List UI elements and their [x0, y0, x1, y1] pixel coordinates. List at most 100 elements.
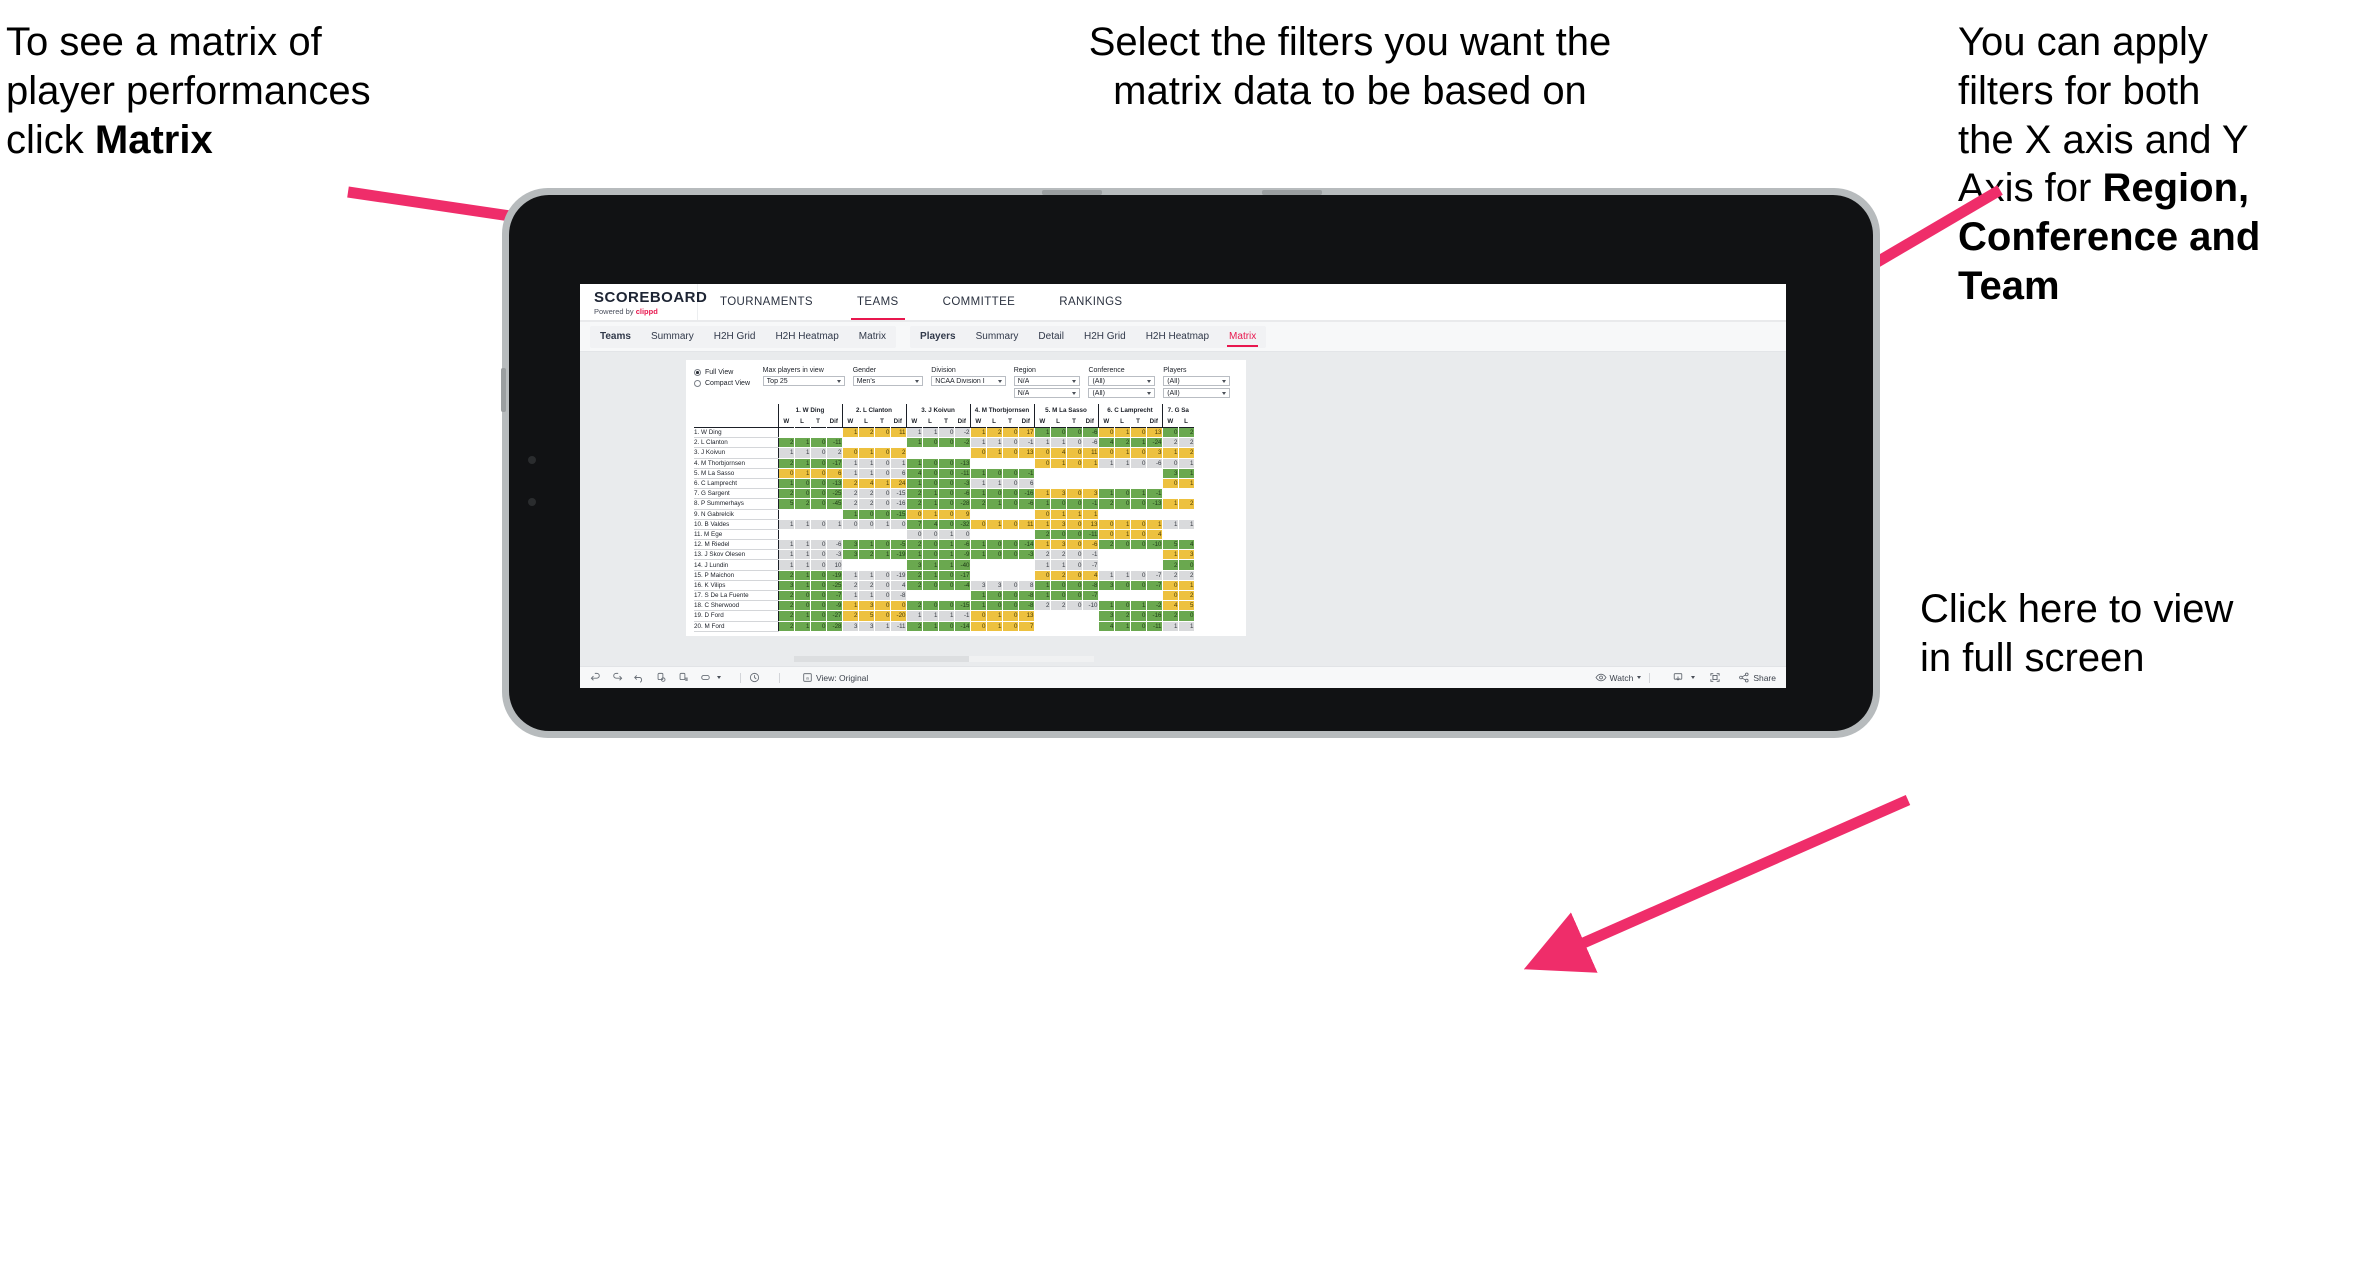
matrix-cell[interactable]: 0	[1050, 529, 1067, 541]
matrix-cell[interactable]	[1114, 559, 1131, 571]
matrix-cell[interactable]: 2	[777, 600, 795, 612]
matrix-cell[interactable]: 9	[954, 509, 971, 520]
matrix-cell[interactable]: 3	[777, 580, 795, 592]
matrix-cell[interactable]: -25	[826, 488, 843, 500]
matrix-cell[interactable]: 1	[1161, 498, 1179, 510]
matrix-cell[interactable]	[1002, 458, 1019, 469]
matrix-cell[interactable]	[1050, 610, 1067, 622]
matrix-cell[interactable]: -17	[954, 570, 971, 581]
matrix-cell[interactable]: 1	[922, 509, 939, 520]
matrix-cell[interactable]	[986, 529, 1003, 541]
matrix-cell[interactable]	[1114, 478, 1131, 490]
matrix-cell[interactable]: 1	[905, 458, 923, 469]
matrix-cell[interactable]: -6	[1082, 437, 1099, 449]
matrix-cell[interactable]	[1178, 509, 1195, 520]
matrix-cell[interactable]: -27	[826, 610, 843, 622]
matrix-cell[interactable]: 1	[922, 488, 939, 500]
matrix-cell[interactable]: -1	[1018, 437, 1035, 449]
matrix-cell[interactable]: 0	[1002, 478, 1019, 490]
matrix-cell[interactable]: -7	[826, 590, 843, 602]
matrix-cell[interactable]: 2	[1178, 498, 1195, 510]
matrix-cell[interactable]: 2	[841, 498, 859, 510]
matrix-cell[interactable]: 1	[794, 458, 811, 469]
matrix-cell[interactable]: -7	[1146, 580, 1163, 592]
matrix-cell[interactable]: 3	[969, 580, 987, 592]
matrix-cell[interactable]: 17	[1018, 426, 1035, 439]
matrix-cell[interactable]: 0	[810, 447, 827, 459]
matrix-cell[interactable]: 13	[1146, 426, 1163, 439]
matrix-cell[interactable]: -15	[954, 600, 971, 612]
matrix-cell[interactable]	[1097, 509, 1115, 520]
matrix-cell[interactable]: -1	[1082, 549, 1099, 561]
redo-icon[interactable]	[612, 672, 623, 683]
matrix-cell[interactable]: 1	[841, 570, 859, 581]
matrix-cell[interactable]: 3	[841, 549, 859, 561]
matrix-cell[interactable]	[810, 529, 827, 541]
matrix-cell[interactable]: 0	[810, 610, 827, 622]
matrix-cell[interactable]: 0	[858, 509, 875, 520]
matrix-cell[interactable]: 1	[1033, 426, 1051, 439]
matrix-cell[interactable]	[1146, 509, 1163, 520]
matrix-cell[interactable]: -6	[954, 488, 971, 500]
matrix-cell[interactable]: 3	[1097, 580, 1115, 592]
matrix-cell[interactable]: 1	[922, 610, 939, 622]
matrix-cell[interactable]: 0	[810, 600, 827, 612]
matrix-cell[interactable]: 0	[810, 478, 827, 490]
matrix-cell[interactable]: 0	[1066, 559, 1083, 571]
matrix-cell[interactable]: 1	[986, 447, 1003, 459]
matrix-cell[interactable]: 0	[777, 468, 795, 479]
matrix-cell[interactable]	[794, 509, 811, 520]
matrix-cell[interactable]: 0	[938, 488, 955, 500]
matrix-cell[interactable]: 0	[969, 447, 987, 459]
matrix-cell[interactable]: 3	[858, 621, 875, 632]
matrix-cell[interactable]: 0	[1066, 519, 1083, 530]
matrix-cell[interactable]: 0	[1002, 621, 1019, 632]
matrix-cell[interactable]: 1	[1161, 621, 1179, 632]
matrix-cell[interactable]	[1130, 509, 1147, 520]
tab-players-h2h-grid[interactable]: H2H Grid	[1074, 331, 1136, 342]
matrix-cell[interactable]: -15	[890, 509, 907, 520]
matrix-cell[interactable]: 2	[1033, 529, 1051, 541]
matrix-cell[interactable]: 0	[810, 580, 827, 592]
matrix-cell[interactable]: -20	[890, 610, 907, 622]
matrix-cell[interactable]: 0	[938, 426, 955, 439]
matrix-cell[interactable]: 0	[810, 539, 827, 551]
matrix-cell[interactable]: -13	[1146, 498, 1163, 510]
matrix-cell[interactable]	[841, 437, 859, 449]
matrix-cell[interactable]: -6	[1082, 539, 1099, 551]
matrix-cell[interactable]	[1033, 478, 1051, 490]
matrix-cell[interactable]: 2	[826, 447, 843, 459]
matrix-cell[interactable]: 0	[1050, 498, 1067, 510]
matrix-cell[interactable]	[1114, 549, 1131, 561]
matrix-cell[interactable]: 1	[1033, 437, 1051, 449]
matrix-cell[interactable]: 1	[922, 559, 939, 571]
matrix-cell[interactable]	[1050, 621, 1067, 632]
matrix-cell[interactable]	[986, 458, 1003, 469]
matrix-cell[interactable]: 1	[1130, 600, 1147, 612]
matrix-cell[interactable]	[810, 509, 827, 520]
matrix-cell[interactable]: -7	[1146, 570, 1163, 581]
matrix-cell[interactable]: 0	[938, 458, 955, 469]
matrix-cell[interactable]	[1146, 478, 1163, 490]
matrix-cell[interactable]: 2	[905, 570, 923, 581]
share-button[interactable]: Share	[1738, 672, 1776, 683]
matrix-cell[interactable]: 0	[938, 468, 955, 479]
matrix-cell[interactable]: 0	[874, 458, 891, 469]
matrix-cell[interactable]: 1	[874, 478, 891, 490]
matrix-cell[interactable]: 1	[938, 549, 955, 561]
matrix-cell[interactable]: 1	[1114, 447, 1131, 459]
matrix-cell[interactable]: 5	[858, 610, 875, 622]
dropdown-conference-x[interactable]: (All)	[1088, 376, 1156, 386]
matrix-cell[interactable]: 0	[922, 478, 939, 490]
matrix-cell[interactable]: 1	[1178, 580, 1195, 592]
matrix-cell[interactable]: 1	[794, 570, 811, 581]
matrix-cell[interactable]: 0	[986, 600, 1003, 612]
matrix-cell[interactable]: 1	[858, 468, 875, 479]
matrix-cell[interactable]: 11	[890, 426, 907, 439]
matrix-cell[interactable]	[1130, 590, 1147, 602]
matrix-cell[interactable]: 1	[1066, 509, 1083, 520]
matrix-cell[interactable]	[1018, 570, 1035, 581]
matrix-cell[interactable]: 5	[1178, 600, 1195, 612]
matrix-cell[interactable]: 1	[1178, 621, 1195, 632]
matrix-cell[interactable]: 1	[969, 590, 987, 602]
